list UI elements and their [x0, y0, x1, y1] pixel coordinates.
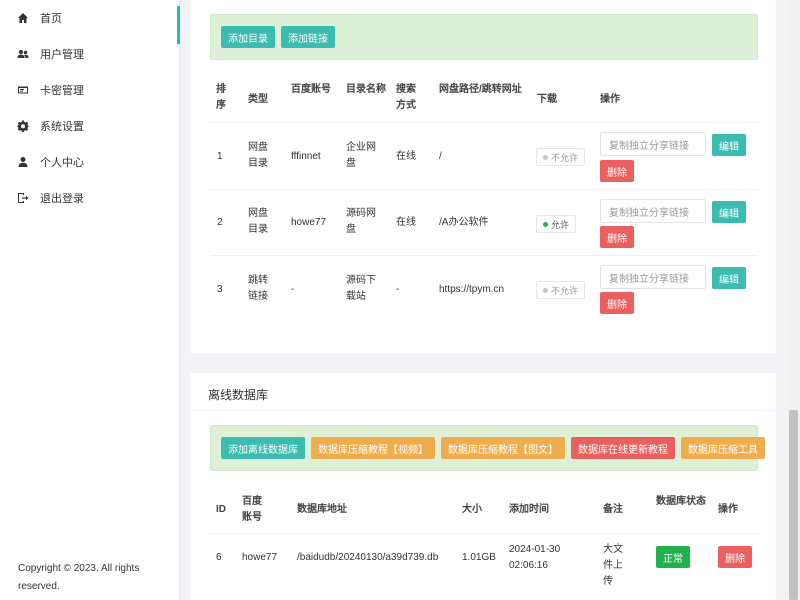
- col-header-added-time: 添加时间: [509, 504, 549, 515]
- sidebar-item-label: 首页: [40, 13, 62, 25]
- download-toggle[interactable]: 允许: [536, 215, 577, 233]
- cell-account: howe77: [291, 217, 327, 228]
- cell-account: -: [291, 284, 295, 295]
- cell-account: howe77: [242, 552, 278, 563]
- cell-dir-name: 源码网盘: [346, 208, 376, 235]
- delete-button[interactable]: 删除: [600, 160, 634, 182]
- add-directory-button[interactable]: 添加目录: [221, 26, 275, 48]
- cell-time: 02:06:16: [509, 560, 548, 571]
- edit-button[interactable]: 编辑: [712, 134, 746, 156]
- table-divider: [210, 189, 758, 190]
- compress-video-tutorial-button[interactable]: 数据库压缩教程【视频】: [311, 437, 435, 459]
- col-header-id: ID: [216, 504, 226, 515]
- cell-sort: 1: [217, 151, 223, 162]
- col-header-db-path: 数据库地址: [297, 504, 347, 515]
- col-header-status: 数据库状态: [656, 496, 706, 507]
- col-header-sort: 排序: [216, 84, 226, 111]
- add-link-button[interactable]: 添加链接: [281, 26, 335, 48]
- home-icon: [16, 11, 30, 25]
- cell-path: https://tpym.cn: [439, 284, 505, 295]
- directories-toolbar: 添加目录 添加链接: [210, 14, 758, 60]
- add-offline-db-button[interactable]: 添加离线数据库: [221, 437, 305, 459]
- sidebar-item-home[interactable]: 首页: [0, 0, 179, 36]
- cell-note: 大文件上传: [603, 544, 623, 587]
- download-toggle-label: 不允许: [551, 285, 579, 296]
- cell-db-path: /baidudb/20240130/a39d739.db: [297, 552, 439, 563]
- status-dot: [543, 221, 548, 227]
- sidebar-item-label: 退出登录: [40, 193, 84, 205]
- download-toggle-label: 不允许: [551, 152, 579, 163]
- status-badge: 正常: [656, 546, 690, 568]
- col-header-download: 下载: [537, 94, 557, 105]
- cell-path: /A办公软件: [439, 217, 489, 228]
- table-divider: [210, 122, 758, 123]
- cell-date: 2024-01-30: [509, 544, 561, 555]
- edit-button[interactable]: 编辑: [712, 267, 746, 289]
- sidebar-item-logout[interactable]: 退出登录: [0, 180, 179, 216]
- sidebar-item-users[interactable]: 用户管理: [0, 36, 179, 72]
- offline-db-toolbar: 添加离线数据库 数据库压缩教程【视频】 数据库压缩教程【图文】 数据库在线更新教…: [210, 425, 765, 471]
- cell-type: 跳转链接: [248, 275, 268, 302]
- col-header-type: 类型: [248, 94, 268, 105]
- cell-account: fffinnet: [291, 151, 321, 162]
- compress-tool-button[interactable]: 数据库压缩工具: [681, 437, 765, 459]
- col-header-size: 大小: [462, 504, 482, 515]
- card-header-divider: [190, 410, 776, 411]
- sidebar-item-label: 系统设置: [40, 121, 84, 133]
- cell-search-mode: 在线: [396, 217, 416, 228]
- cell-dir-name: 企业网盘: [346, 142, 376, 169]
- col-header-actions: 操作: [718, 504, 738, 515]
- delete-button[interactable]: 删除: [600, 292, 634, 314]
- col-header-account: 百度账号: [291, 84, 331, 95]
- gear-icon: [16, 119, 30, 133]
- sidebar: 首页 用户管理 卡密管理 系统设置 个人中心 退出登录 Copyright © …: [0, 0, 180, 600]
- col-header-search-mode: 搜索方式: [396, 84, 416, 111]
- status-dot: [543, 154, 548, 160]
- sidebar-item-label: 用户管理: [40, 49, 84, 61]
- edit-button[interactable]: 编辑: [712, 201, 746, 223]
- col-header-dir-name: 目录名称: [346, 84, 386, 95]
- cell-type: 网盘目录: [248, 142, 268, 169]
- offline-db-title: 离线数据库: [208, 388, 269, 402]
- download-toggle[interactable]: 不允许: [536, 148, 586, 166]
- sidebar-item-label: 个人中心: [40, 157, 84, 169]
- cell-id: 6: [216, 552, 222, 563]
- cell-path: /: [439, 151, 442, 162]
- col-header-account: 百度账号: [242, 496, 262, 523]
- user-icon: [16, 155, 30, 169]
- sidebar-item-cards[interactable]: 卡密管理: [0, 72, 179, 108]
- compress-text-tutorial-button[interactable]: 数据库压缩教程【图文】: [441, 437, 565, 459]
- cell-type: 网盘目录: [248, 208, 268, 235]
- card-icon: [16, 83, 30, 97]
- table-divider: [210, 255, 758, 256]
- download-toggle[interactable]: 不允许: [536, 281, 586, 299]
- cell-sort: 3: [217, 284, 223, 295]
- cell-search-mode: -: [396, 284, 400, 295]
- sidebar-item-label: 卡密管理: [40, 85, 84, 97]
- cell-sort: 2: [217, 217, 223, 228]
- col-header-actions: 操作: [600, 94, 620, 105]
- share-link-input[interactable]: 复制独立分享链接: [600, 265, 706, 289]
- online-update-tutorial-button[interactable]: 数据库在线更新教程: [571, 437, 675, 459]
- cell-size: 1.01GB: [462, 552, 496, 563]
- share-link-input[interactable]: 复制独立分享链接: [600, 199, 706, 223]
- scrollbar-thumb[interactable]: [789, 410, 798, 600]
- cell-search-mode: 在线: [396, 151, 416, 162]
- table-divider: [210, 533, 758, 534]
- copyright-text: Copyright © 2023. All rights reserved.: [18, 563, 140, 592]
- status-dot: [543, 287, 548, 293]
- active-indicator: [177, 6, 180, 44]
- users-icon: [16, 47, 30, 61]
- cell-dir-name: 源码下载站: [346, 275, 376, 302]
- delete-button[interactable]: 删除: [600, 226, 634, 248]
- share-link-input[interactable]: 复制独立分享链接: [600, 132, 706, 156]
- logout-icon: [16, 191, 30, 205]
- sidebar-item-profile[interactable]: 个人中心: [0, 144, 179, 180]
- col-header-note: 备注: [603, 504, 623, 515]
- delete-button[interactable]: 删除: [718, 546, 752, 568]
- sidebar-item-settings[interactable]: 系统设置: [0, 108, 179, 144]
- download-toggle-label: 允许: [551, 219, 570, 230]
- col-header-path: 网盘路径/跳转网址: [439, 84, 522, 95]
